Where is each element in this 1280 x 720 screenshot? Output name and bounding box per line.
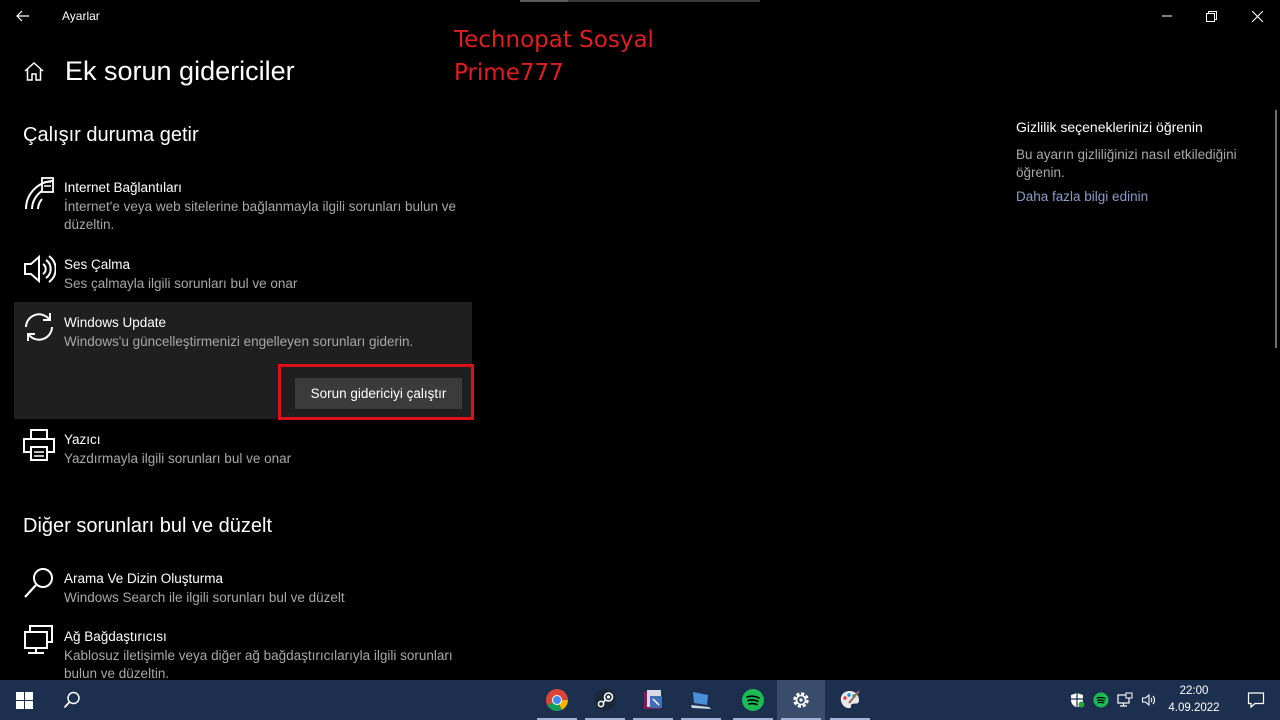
privacy-title: Gizlilik seçeneklerinizi öğrenin bbox=[1016, 119, 1203, 135]
troubleshooter-audio[interactable]: Ses Çalma Ses çalmayla ilgili sorunları … bbox=[14, 252, 472, 296]
clock-date: 4.09.2022 bbox=[1168, 702, 1220, 714]
spotify-tray-icon bbox=[1093, 692, 1109, 708]
network-adapter-icon bbox=[24, 625, 53, 654]
minimize-icon bbox=[1162, 15, 1172, 17]
taskbar-spotify[interactable] bbox=[729, 680, 777, 720]
item-description: İnternet'e veya web sitelerine bağlanmay… bbox=[64, 199, 457, 232]
page-title: Ek sorun gidericiler bbox=[65, 56, 295, 86]
watermark-line-2: Prime777 bbox=[454, 60, 564, 86]
windows-logo-icon bbox=[15, 691, 33, 709]
tray-spotify[interactable] bbox=[1092, 691, 1110, 709]
taskbar-paint[interactable] bbox=[826, 680, 874, 720]
item-description: Kablosuz iletişimle veya diğer ağ bağdaş… bbox=[64, 648, 453, 681]
search-icon bbox=[63, 691, 80, 709]
file-archiver-icon bbox=[644, 690, 662, 709]
home-button[interactable] bbox=[22, 60, 46, 84]
item-name: Arama Ve Dizin Oluşturma bbox=[64, 571, 224, 586]
restore-icon bbox=[1205, 10, 1217, 22]
home-icon bbox=[24, 61, 44, 81]
security-shield-icon bbox=[1071, 693, 1085, 708]
taskbar-search-button[interactable] bbox=[48, 680, 96, 720]
taskbar-archiver[interactable] bbox=[629, 680, 677, 720]
close-button[interactable] bbox=[1242, 4, 1272, 28]
tray-security[interactable] bbox=[1068, 691, 1086, 709]
laptop-app-icon bbox=[691, 692, 711, 709]
taskbar-laptop-app[interactable] bbox=[677, 680, 725, 720]
top-scroll-indicator bbox=[520, 0, 568, 2]
taskbar-clock[interactable]: 22:00 4.09.2022 bbox=[1160, 683, 1228, 717]
sync-icon bbox=[25, 313, 53, 341]
spotify-icon bbox=[742, 689, 764, 711]
notification-icon bbox=[1247, 692, 1265, 709]
section-title-other: Diğer sorunları bul ve düzelt bbox=[23, 515, 273, 537]
printer-icon bbox=[23, 429, 55, 461]
run-troubleshooter-button[interactable]: Sorun gidericiyi çalıştır bbox=[295, 378, 462, 409]
privacy-text: Bu ayarın gizliliğinizi nasıl etkilediği… bbox=[1016, 147, 1237, 180]
close-icon bbox=[1251, 10, 1263, 22]
back-button[interactable] bbox=[10, 4, 36, 28]
scrollbar[interactable] bbox=[1275, 110, 1277, 348]
taskbar-settings[interactable] bbox=[777, 680, 825, 720]
item-description: Ses çalmayla ilgili sorunları bul ve ona… bbox=[64, 276, 298, 291]
chrome-icon bbox=[546, 689, 568, 711]
arrow-left-icon bbox=[16, 10, 29, 22]
item-name: Internet Bağlantıları bbox=[64, 180, 182, 195]
item-description: Windows'u güncelleştirmenizi engelleyen … bbox=[64, 334, 414, 349]
start-button[interactable] bbox=[0, 680, 48, 720]
troubleshooter-printer[interactable]: Yazıcı Yazdırmayla ilgili sorunları bul … bbox=[14, 426, 472, 470]
learn-more-link[interactable]: Daha fazla bilgi edinin bbox=[1016, 189, 1148, 204]
item-description: Windows Search ile ilgili sorunları bul … bbox=[64, 590, 345, 605]
restore-button[interactable] bbox=[1196, 4, 1226, 28]
wifi-icon bbox=[25, 177, 55, 210]
item-name: Windows Update bbox=[64, 315, 167, 330]
item-description: Yazdırmayla ilgili sorunları bul ve onar bbox=[64, 451, 292, 466]
network-icon bbox=[1117, 692, 1133, 707]
clock-time: 22:00 bbox=[1179, 685, 1209, 697]
troubleshooter-internet[interactable]: Internet Bağlantıları İnternet'e veya we… bbox=[14, 174, 472, 236]
volume-icon bbox=[1141, 693, 1156, 707]
section-title-get-running: Çalışır duruma getir bbox=[23, 124, 199, 146]
troubleshooter-search[interactable]: Arama Ve Dizin Oluşturma Windows Search … bbox=[14, 566, 472, 610]
search-icon bbox=[24, 568, 53, 598]
minimize-button[interactable] bbox=[1152, 4, 1182, 28]
watermark-line-1: Technopat Sosyal bbox=[454, 27, 654, 53]
paint-icon bbox=[840, 690, 860, 709]
taskbar-chrome[interactable] bbox=[533, 680, 581, 720]
troubleshooter-network-adapter[interactable]: Ağ Bağdaştırıcısı Kablosuz iletişimle ve… bbox=[14, 624, 472, 681]
steam-icon bbox=[594, 689, 616, 711]
speaker-icon bbox=[24, 254, 56, 284]
taskbar: 22:00 4.09.2022 bbox=[0, 680, 1280, 720]
item-name: Ses Çalma bbox=[64, 257, 131, 272]
tray-volume[interactable] bbox=[1140, 691, 1158, 709]
taskbar-steam[interactable] bbox=[581, 680, 629, 720]
window-title: Ayarlar bbox=[62, 9, 100, 23]
settings-gear-icon bbox=[793, 692, 809, 708]
watermark: Technopat Sosyal Prime777 bbox=[454, 24, 654, 90]
tray-network[interactable] bbox=[1116, 691, 1134, 709]
action-center-button[interactable] bbox=[1232, 680, 1280, 720]
top-scroll-track bbox=[568, 0, 760, 2]
item-name: Ağ Bağdaştırıcısı bbox=[64, 629, 167, 644]
item-name: Yazıcı bbox=[64, 432, 101, 447]
